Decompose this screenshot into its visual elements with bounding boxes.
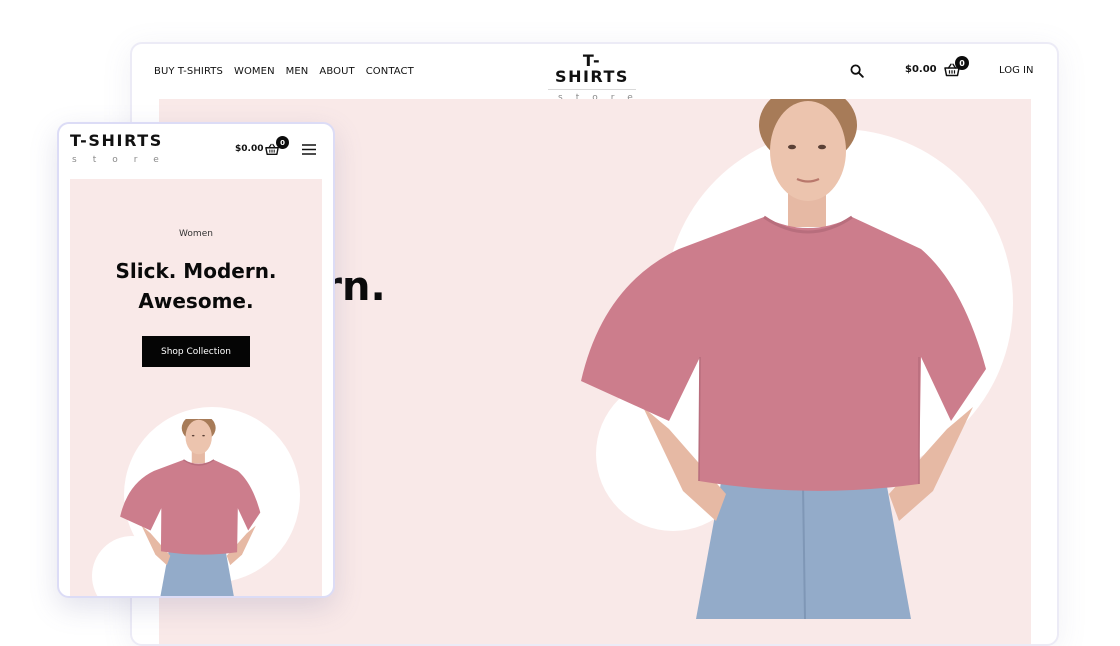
- shop-collection-button[interactable]: Shop Collection: [142, 336, 250, 367]
- login-link[interactable]: LOG IN: [999, 65, 1033, 76]
- nav-women[interactable]: WOMEN: [234, 66, 275, 77]
- mobile-logo-subtitle: store: [72, 155, 175, 165]
- nav-about[interactable]: ABOUT: [319, 66, 354, 77]
- mobile-cart-total[interactable]: $0.00: [235, 144, 263, 154]
- mobile-store-logo[interactable]: T-SHIRTS store: [70, 131, 175, 166]
- mobile-hero-banner: Women Slick. Modern. Awesome. Shop Colle…: [70, 179, 322, 596]
- main-nav: BUY T-SHIRTS WOMEN MEN ABOUT CONTACT: [154, 66, 414, 77]
- hero-category-tag: Women: [179, 229, 213, 239]
- cart-count-badge: 0: [955, 56, 969, 70]
- nav-contact[interactable]: CONTACT: [366, 66, 414, 77]
- logo-title: T-SHIRTS: [555, 51, 629, 86]
- cart-total[interactable]: $0.00: [905, 64, 937, 75]
- mobile-hero-heading-line1: Slick. Modern.: [115, 259, 277, 283]
- mobile-hero-heading-line2: Awesome.: [138, 289, 254, 313]
- mobile-hero-heading: Slick. Modern. Awesome.: [70, 256, 322, 316]
- menu-icon[interactable]: [302, 144, 316, 155]
- model-photo: [581, 99, 986, 619]
- mobile-preview: T-SHIRTS store $0.00 0 Women Slick. Mode…: [57, 122, 335, 598]
- nav-buy-tshirts[interactable]: BUY T-SHIRTS: [154, 66, 223, 77]
- store-logo[interactable]: T-SHIRTS store: [546, 53, 638, 103]
- mobile-model-photo: [120, 419, 261, 596]
- logo-divider: [548, 89, 636, 90]
- nav-men[interactable]: MEN: [286, 66, 309, 77]
- search-icon[interactable]: [850, 64, 864, 78]
- mobile-cart-count-badge: 0: [276, 136, 289, 149]
- mobile-logo-title: T-SHIRTS: [70, 131, 163, 150]
